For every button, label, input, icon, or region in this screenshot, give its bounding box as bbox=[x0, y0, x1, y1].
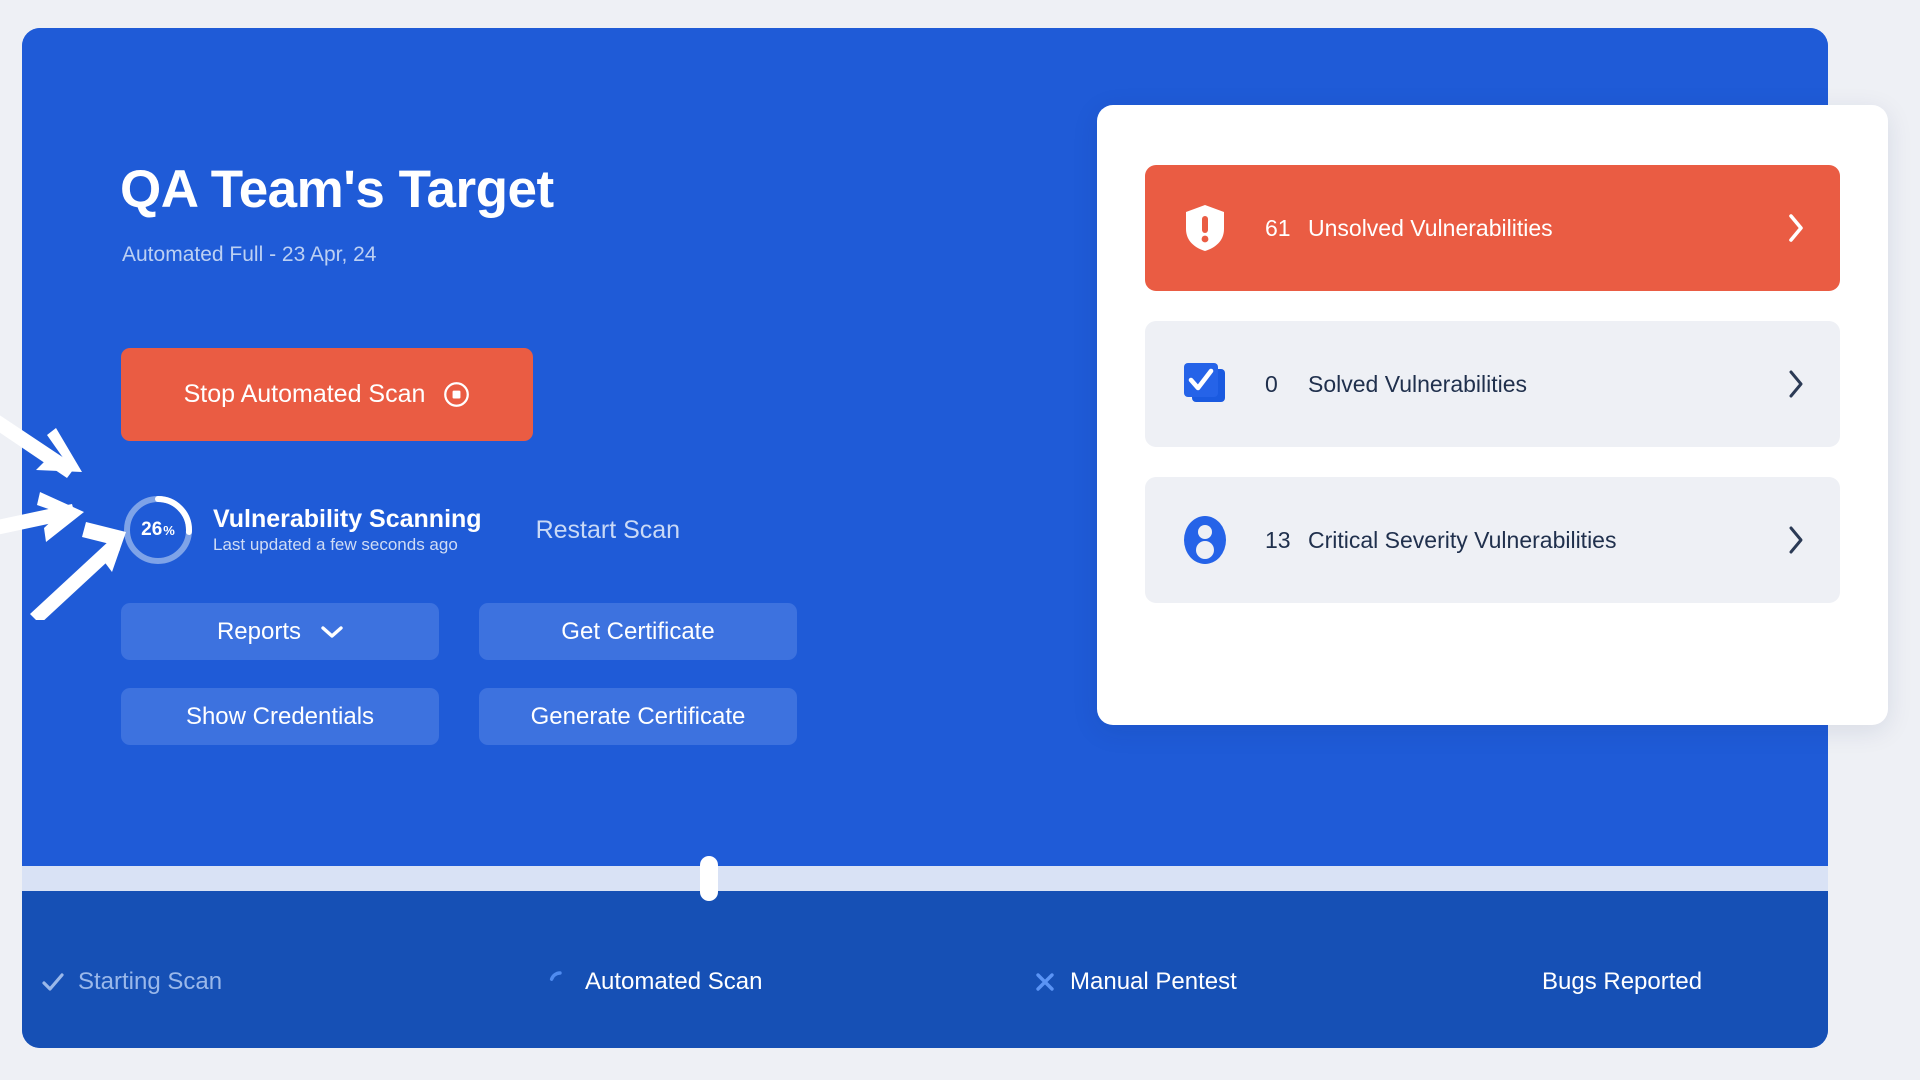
chevron-right-icon bbox=[1789, 214, 1803, 242]
progress-ring-label: 26% bbox=[121, 493, 195, 567]
user-circle-icon bbox=[1184, 516, 1226, 564]
progress-ring: 26% bbox=[121, 493, 195, 567]
critical-severity-vulnerabilities-card[interactable]: 13 Critical Severity Vulnerabilities bbox=[1145, 477, 1840, 603]
scan-progress-track[interactable] bbox=[22, 866, 1828, 891]
x-icon bbox=[1036, 973, 1054, 991]
unsolved-label: Unsolved Vulnerabilities bbox=[1308, 214, 1553, 241]
progress-percent-value: 26 bbox=[141, 519, 163, 540]
progress-handle[interactable] bbox=[700, 856, 718, 901]
step-bugs-reported-label: Bugs Reported bbox=[1542, 968, 1703, 995]
step-automated-scan[interactable]: Automated Scan bbox=[547, 968, 762, 996]
solved-count: 0 bbox=[1265, 370, 1278, 397]
check-icon bbox=[42, 973, 64, 991]
vulnerability-summary-card: 61 Unsolved Vulnerabilities 0 Solved Vul… bbox=[1097, 105, 1888, 725]
step-manual-pentest-label: Manual Pentest bbox=[1070, 968, 1237, 995]
stop-circle-icon bbox=[444, 382, 470, 407]
reports-button-label: Reports bbox=[216, 617, 302, 645]
action-button-grid: Reports Get Certificate Show Credentials… bbox=[121, 603, 797, 745]
scan-status-row: 26% Vulnerability Scanning Last updated … bbox=[121, 493, 680, 567]
app-root: QA Team's Target Automated Full - 23 Apr… bbox=[0, 0, 1920, 1080]
stop-automated-scan-button[interactable]: Stop Automated Scan bbox=[121, 348, 533, 441]
chevron-right-icon bbox=[1789, 370, 1803, 398]
critical-label: Critical Severity Vulnerabilities bbox=[1308, 526, 1617, 553]
unsolved-vulnerabilities-card[interactable]: 61 Unsolved Vulnerabilities bbox=[1145, 165, 1840, 291]
generate-certificate-button[interactable]: Generate Certificate bbox=[479, 688, 797, 745]
step-starting-scan-label: Starting Scan bbox=[78, 968, 223, 995]
show-credentials-label: Show Credentials bbox=[185, 702, 375, 730]
scan-status-text: Vulnerability Scanning Last updated a fe… bbox=[213, 505, 482, 556]
generate-certificate-label: Generate Certificate bbox=[530, 702, 746, 730]
show-credentials-button[interactable]: Show Credentials bbox=[121, 688, 439, 745]
chevron-right-icon bbox=[1789, 526, 1803, 554]
spinner-icon bbox=[549, 971, 562, 981]
chevron-down-icon bbox=[321, 625, 343, 638]
step-manual-pentest[interactable]: Manual Pentest bbox=[1032, 968, 1237, 996]
stop-automated-scan-label: Stop Automated Scan bbox=[183, 380, 426, 408]
reports-button[interactable]: Reports bbox=[121, 603, 439, 660]
restart-scan-link[interactable]: Restart Scan bbox=[536, 516, 681, 545]
shield-alert-icon bbox=[1186, 205, 1224, 251]
scan-steps: Starting Scan Automated Scan Manual Pent… bbox=[22, 968, 1828, 1018]
scan-status-subtitle: Last updated a few seconds ago bbox=[213, 535, 458, 555]
step-starting-scan[interactable]: Starting Scan bbox=[40, 968, 222, 996]
scan-status-title: Vulnerability Scanning bbox=[213, 504, 482, 533]
solved-vulnerabilities-card[interactable]: 0 Solved Vulnerabilities bbox=[1145, 321, 1840, 447]
step-automated-scan-label: Automated Scan bbox=[585, 968, 763, 995]
unsolved-count: 61 bbox=[1265, 214, 1291, 241]
page-title: QA Team's Target bbox=[120, 160, 554, 219]
solved-label: Solved Vulnerabilities bbox=[1308, 370, 1528, 397]
step-bugs-reported[interactable]: Bugs Reported bbox=[1542, 968, 1702, 996]
get-certificate-button[interactable]: Get Certificate bbox=[479, 603, 797, 660]
checkbox-stack-icon bbox=[1184, 363, 1225, 402]
page-subtitle: Automated Full - 23 Apr, 24 bbox=[122, 243, 377, 266]
get-certificate-label: Get Certificate bbox=[561, 617, 715, 645]
critical-count: 13 bbox=[1265, 526, 1291, 553]
progress-percent-symbol: % bbox=[163, 522, 175, 538]
